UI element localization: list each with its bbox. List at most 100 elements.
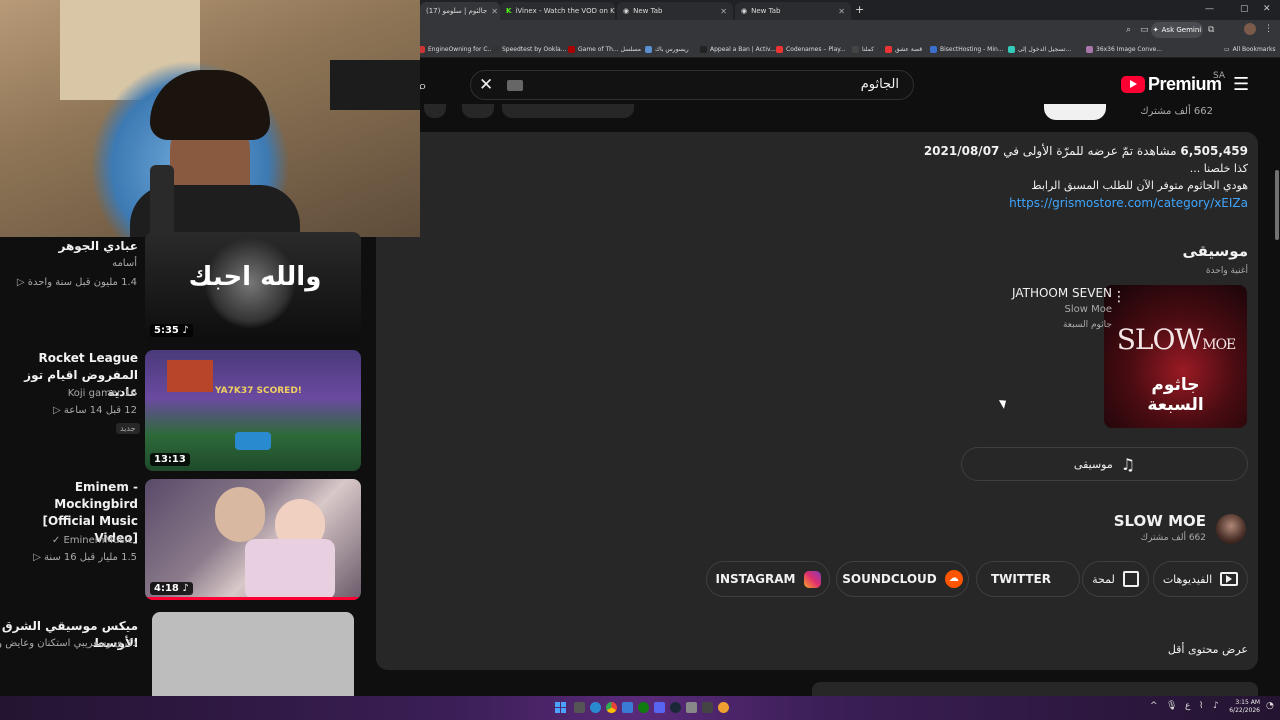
twitter-chip[interactable]: TWITTER (976, 561, 1080, 597)
tab-kick[interactable]: K iVinex - Watch the VOD on Kick ✕ (500, 2, 615, 20)
tab-new-2[interactable]: ◉ New Tab ✕ (735, 2, 851, 20)
video-thumbnail[interactable]: YA7K37 SCORED! 13:13 (145, 350, 361, 471)
bookmark-item[interactable]: ريسورس باك (645, 46, 689, 53)
youtube-logo-icon[interactable] (1121, 76, 1145, 93)
channel-label: EminemMusic (63, 535, 133, 546)
microphone-icon[interactable]: 🎙 (1166, 701, 1177, 711)
search-taskbar-icon[interactable] (574, 702, 585, 713)
bookmark-item[interactable]: Game of Th... مسلسل (568, 46, 641, 53)
bookmark-item[interactable]: 36x36 Image Conve... (1086, 46, 1162, 53)
tab-youtube[interactable]: (17) جالثوم | سلومو ✕ (420, 2, 500, 20)
volume-icon[interactable]: ♪ (1213, 701, 1219, 711)
bookmark-label: Game of Th... مسلسل (578, 46, 642, 53)
about-chip[interactable]: لمحة (1082, 561, 1149, 597)
store-link[interactable]: https://grismostore.com/category/xEIZa (1009, 196, 1248, 210)
bookmark-item[interactable]: تسجيل الدخول إلى... (1008, 46, 1071, 53)
discord-icon[interactable] (654, 702, 665, 713)
page-scrollbar[interactable] (1274, 60, 1280, 696)
video-channel[interactable]: ذكرى وسغريبي استكنان وعايض وف... (0, 638, 137, 649)
twitter-chip-label: TWITTER (991, 572, 1051, 586)
video-thumbnail[interactable]: 4:18 ♪ (145, 479, 361, 600)
zoom-icon[interactable]: ⌕ (1126, 25, 1131, 35)
video-channel[interactable]: Koji gamer 16 (68, 388, 137, 399)
maximize-icon[interactable]: ▢ (1240, 4, 1249, 14)
tab-title: iVinex - Watch the VOD on Kick (515, 7, 615, 15)
more-options-icon[interactable]: ⋮ (1112, 289, 1126, 305)
bookmark-label: تسجيل الدخول إلى... (1018, 46, 1072, 53)
bookmark-item[interactable]: Appeal a Ban | Activ... (700, 46, 776, 53)
chrome-taskbar-icon[interactable] (606, 702, 617, 713)
close-window-icon[interactable]: ✕ (1263, 4, 1271, 14)
music-button[interactable]: موسيقى ♫ (961, 447, 1248, 481)
app-icon[interactable] (686, 702, 697, 713)
app-icon[interactable] (702, 702, 713, 713)
show-less-button[interactable]: عرض محتوى أقل (1168, 643, 1248, 656)
close-tab-icon[interactable]: ✕ (491, 7, 498, 16)
profile-avatar[interactable] (1244, 23, 1256, 35)
video-title[interactable]: عبادي الجوهر (8, 238, 138, 255)
video-channel[interactable]: EminemMusic ✓ (52, 535, 133, 546)
youtube-premium-brand: Premium (1148, 74, 1222, 94)
network-icon[interactable]: ⌇ (1199, 701, 1203, 711)
tab-new-1[interactable]: ◉ New Tab ✕ (617, 2, 733, 20)
videos-chip[interactable]: الفيديوهات (1153, 561, 1248, 597)
input-language[interactable]: ع (1185, 701, 1190, 711)
menu-icon[interactable]: ☰ (1233, 74, 1249, 95)
ask-gemini-button[interactable]: ✦ Ask Gemini (1151, 22, 1203, 38)
xbox-icon[interactable] (638, 702, 649, 713)
extensions-icon[interactable]: ⧉ (1208, 25, 1214, 35)
share-button[interactable] (462, 104, 494, 118)
windows-taskbar: ^ 🎙 ع ⌇ ♪ 3:15 AM 6/22/2026 ◔ (0, 696, 1280, 720)
channel-name[interactable]: SLOW MOE (1114, 512, 1206, 530)
bookmark-label: 36x36 Image Conve... (1096, 46, 1163, 53)
clock[interactable]: 3:15 AM 6/22/2026 (1226, 699, 1260, 715)
chrome-icon: ◉ (623, 7, 630, 15)
video-stats: 1.4 مليون قبل سنة واحدة ▷ (16, 277, 137, 288)
video-channel[interactable]: أسامه (112, 258, 137, 269)
like-dislike-button[interactable] (502, 104, 634, 118)
notification-icon[interactable]: ◔ (1266, 701, 1274, 711)
description-panel[interactable]: 6,505,459 مشاهدة تمّ عرضه للمرّة الأولى … (376, 132, 1258, 670)
start-icon[interactable] (555, 702, 566, 713)
clear-search-icon[interactable]: ✕ (479, 75, 493, 95)
channel-avatar[interactable] (1216, 514, 1246, 544)
music-subheading: أغنية واحدة (1205, 266, 1248, 276)
close-tab-icon[interactable]: ✕ (838, 7, 845, 16)
video-meta: 1.5 مليار قبل 16 سنة (43, 552, 137, 563)
instagram-chip[interactable]: INSTAGRAM (706, 561, 830, 597)
soundcloud-chip[interactable]: SOUNDCLOUD ☁ (836, 561, 969, 597)
cast-icon[interactable]: ▭ (1140, 25, 1149, 35)
edge-icon[interactable] (590, 702, 601, 713)
bookmark-item[interactable]: قصة عشق (885, 46, 922, 53)
save-button[interactable] (424, 104, 446, 118)
bookmark-item[interactable]: كملنا (852, 46, 874, 53)
description-line-1: كذا خلصنا ... (1189, 162, 1248, 175)
app-icon[interactable] (622, 702, 633, 713)
comments-box[interactable] (812, 682, 1258, 696)
album-art-image[interactable]: SLOWMOE جاثوم السبعة ⋮ (1104, 285, 1247, 428)
app-icon[interactable] (718, 702, 729, 713)
video-thumbnail[interactable]: والله احبك 5:35 ♪ (145, 232, 361, 342)
duration-label: 4:18 (154, 583, 179, 594)
bookmark-item[interactable]: Speedtest by Ookla... (492, 46, 566, 53)
keyboard-icon[interactable] (507, 80, 523, 91)
bookmark-item[interactable]: Codenames – Play... (776, 46, 846, 53)
close-tab-icon[interactable]: ✕ (720, 7, 727, 16)
new-tab-button[interactable]: + (855, 3, 864, 16)
bookmark-item[interactable]: BisectHosting - Min... (930, 46, 1004, 53)
minimize-icon[interactable]: — (1205, 4, 1214, 14)
soundcloud-icon: ☁ (944, 570, 963, 588)
tray-chevron-icon[interactable]: ^ (1150, 701, 1158, 711)
music-note-icon: ♫ (1120, 454, 1136, 474)
search-input[interactable]: ✕ الجاثوم (470, 70, 914, 100)
steam-icon[interactable] (670, 702, 681, 713)
video-thumbnail[interactable] (152, 612, 354, 696)
scrollbar-thumb[interactable] (1275, 170, 1279, 240)
bookmark-item[interactable]: EngineOwning for C... (418, 46, 493, 53)
view-count: 6,505,459 (1180, 144, 1248, 158)
subscribe-button[interactable] (1044, 104, 1106, 120)
video-duration: 5:35 ♪ (150, 324, 193, 337)
webcam-microphone (150, 165, 174, 237)
browser-menu-icon[interactable]: ⋮ (1264, 24, 1273, 34)
all-bookmarks[interactable]: ▭ All Bookmarks (1224, 46, 1276, 53)
